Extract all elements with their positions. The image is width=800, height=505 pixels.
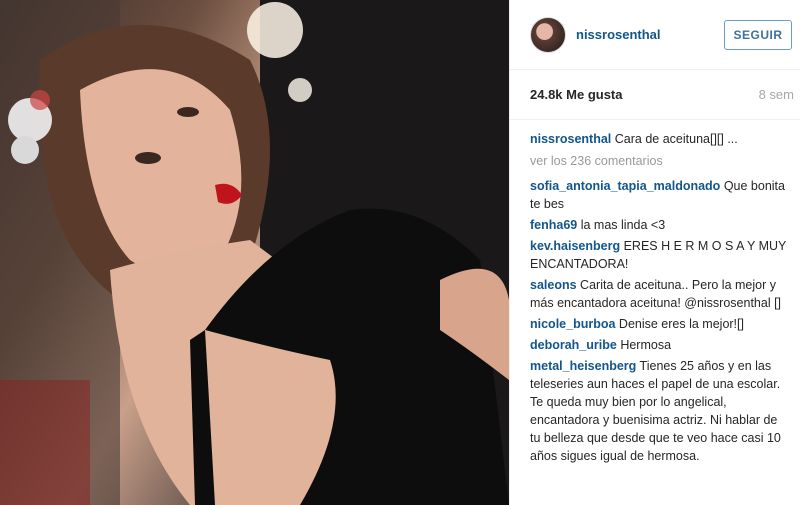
post-sidebar: nissrosenthal SEGUIR 24.8k Me gusta 8 se… xyxy=(509,0,800,505)
post-header: nissrosenthal SEGUIR xyxy=(510,0,800,70)
comment-username[interactable]: metal_heisenberg xyxy=(530,359,636,373)
comment-username[interactable]: nicole_burboa xyxy=(530,317,615,331)
comment-username[interactable]: deborah_uribe xyxy=(530,338,617,352)
post-stats: 24.8k Me gusta 8 sem xyxy=(510,70,800,120)
likes-count[interactable]: 24.8k Me gusta xyxy=(530,87,623,102)
comment-text: Denise eres la mejor![] xyxy=(618,317,744,331)
follow-button[interactable]: SEGUIR xyxy=(724,19,792,50)
comment-item: deborah_uribe Hermosa xyxy=(530,336,790,354)
comment-text: Hermosa xyxy=(620,338,672,352)
caption-text: Cara de aceituna[][] ... xyxy=(614,132,738,146)
comment-item: saleons Carita de aceituna.. Pero la mej… xyxy=(530,276,790,312)
comment-text: Tienes 25 años y en las teleseries aun h… xyxy=(530,359,781,463)
comment-item: kev.haisenberg ERES H E R M O S A Y MUY … xyxy=(530,237,790,273)
view-more-comments-link[interactable]: ver los 236 comentarios xyxy=(530,152,790,170)
post-modal: nissrosenthal SEGUIR 24.8k Me gusta 8 se… xyxy=(0,0,800,505)
comment-username[interactable]: sofia_antonia_tapia_maldonado xyxy=(530,179,720,193)
comment-username[interactable]: fenha69 xyxy=(530,218,577,232)
comment-item: nicole_burboa Denise eres la mejor![] xyxy=(530,315,790,333)
header-username[interactable]: nissrosenthal xyxy=(576,27,724,42)
comment-item: fenha69 la mas linda <3 xyxy=(530,216,790,234)
comment-username[interactable]: saleons xyxy=(530,278,577,292)
post-timestamp[interactable]: 8 sem xyxy=(759,87,794,102)
caption: nissrosenthal Cara de aceituna[][] ... xyxy=(530,130,790,148)
comment-item: sofia_antonia_tapia_maldonado Que bonita… xyxy=(530,177,790,213)
comments-list: nissrosenthal Cara de aceituna[][] ... v… xyxy=(510,120,800,465)
profile-avatar[interactable] xyxy=(530,16,566,53)
selfie-illustration xyxy=(0,0,509,505)
comment-username[interactable]: kev.haisenberg xyxy=(530,239,620,253)
caption-username[interactable]: nissrosenthal xyxy=(530,132,611,146)
comment-item: metal_heisenberg Tienes 25 años y en las… xyxy=(530,357,790,465)
post-photo[interactable] xyxy=(0,0,509,505)
comment-text: la mas linda <3 xyxy=(580,218,666,232)
